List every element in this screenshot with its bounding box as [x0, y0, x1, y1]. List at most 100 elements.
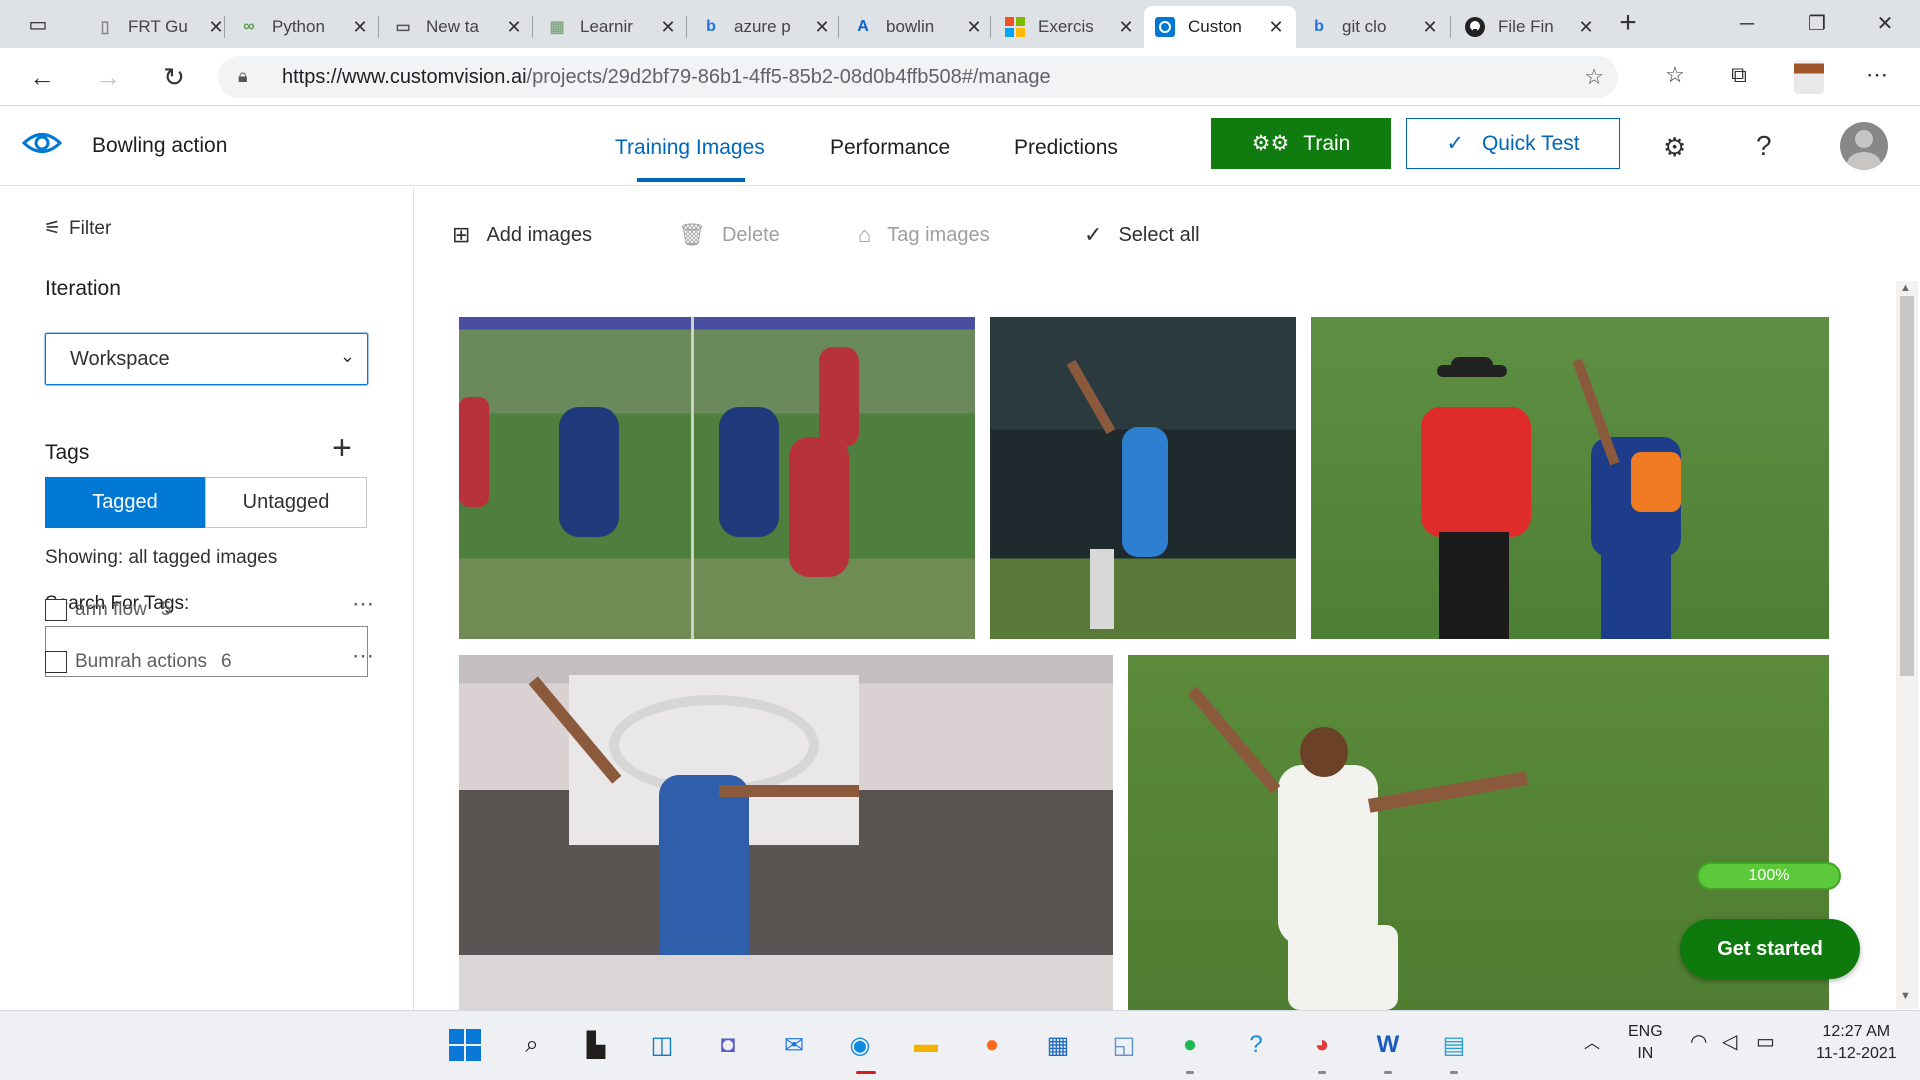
tab-title: azure p [734, 17, 791, 36]
running-app-indicator [1450, 1071, 1458, 1074]
help-app-icon[interactable]: ? [1236, 1025, 1276, 1065]
python-icon: ∞ [243, 18, 255, 35]
untagged-button[interactable]: Untagged [205, 477, 367, 528]
chrome-icon[interactable]: ◕ [1302, 1025, 1342, 1065]
training-image-thumbnail[interactable] [990, 317, 1296, 639]
browser-tab[interactable]: File Fin ✕ [1454, 6, 1606, 48]
browser-tab[interactable]: ▦ Learnir ✕ [536, 6, 688, 48]
browser-tab[interactable]: Exercis ✕ [994, 6, 1146, 48]
browser-tab[interactable]: A bowlin ✕ [842, 6, 994, 48]
store-icon[interactable]: ▦ [1038, 1025, 1078, 1065]
photos-icon[interactable]: ◱ [1104, 1025, 1144, 1065]
task-view-icon[interactable]: ▙ [576, 1025, 616, 1065]
customvision-eye-icon[interactable] [22, 128, 62, 158]
training-image-thumbnail[interactable] [459, 317, 975, 639]
tab-performance[interactable]: Performance [830, 136, 950, 160]
close-icon[interactable]: ✕ [1266, 17, 1286, 38]
get-started-button[interactable]: Get started [1680, 919, 1860, 979]
tag-checkbox[interactable] [45, 599, 67, 621]
spotify-icon[interactable]: ● [1170, 1025, 1210, 1065]
browser-tab[interactable]: b azure p ✕ [690, 6, 842, 48]
scroll-down-icon[interactable]: ▼ [1900, 990, 1911, 1002]
filter-button[interactable]: ⚟ Filter [44, 217, 111, 240]
avatar[interactable] [1840, 122, 1888, 170]
restore-button[interactable]: ❐ [1792, 8, 1842, 40]
more-icon[interactable]: ⋯ [1860, 62, 1894, 92]
refresh-button[interactable]: ↻ [156, 60, 192, 94]
scroll-up-icon[interactable]: ▲ [1900, 282, 1911, 294]
tab-training-images[interactable]: Training Images [615, 136, 765, 160]
project-name[interactable]: Bowling action [92, 134, 227, 158]
new-tab-button[interactable]: + [1612, 8, 1644, 40]
clock-time: 12:27 AM [1822, 1023, 1891, 1040]
close-icon[interactable]: ✕ [350, 17, 370, 38]
close-window-button[interactable]: ✕ [1860, 8, 1910, 40]
close-icon[interactable]: ✕ [812, 17, 832, 38]
browser-tab[interactable]: ∞ Python ✕ [228, 6, 380, 48]
tag-item[interactable]: Bumrah actions 6 ⋯ [45, 643, 375, 677]
tag-checkbox[interactable] [45, 651, 67, 673]
lock-icon[interactable]: 🔒︎ [238, 66, 248, 87]
close-icon[interactable]: ✕ [1420, 17, 1440, 38]
add-favorite-icon[interactable]: ☆ [1584, 64, 1604, 90]
clock[interactable]: 12:27 AM 11-12-2021 [1816, 1021, 1897, 1065]
search-icon[interactable]: ⌕ [512, 1025, 552, 1065]
word-icon[interactable]: W [1368, 1025, 1408, 1065]
tab-actions-icon[interactable]: ▭ [14, 10, 62, 38]
language-indicator[interactable]: ENG IN [1628, 1021, 1663, 1065]
tag-more-icon[interactable]: ⋯ [352, 643, 375, 669]
add-tag-icon[interactable]: + [332, 431, 352, 465]
add-images-button[interactable]: ⊞ Add images [452, 222, 592, 248]
delete-button[interactable]: 🗑︎ Delete [678, 222, 780, 248]
iteration-dropdown[interactable]: Workspace ⌄ [45, 333, 368, 385]
tag-icon: ⌂ [858, 222, 872, 247]
close-icon[interactable]: ✕ [964, 17, 984, 38]
minimize-button[interactable]: ─ [1722, 8, 1772, 40]
checkmark-icon: ✓ [1084, 222, 1103, 247]
browser-tab[interactable]: b git clo ✕ [1298, 6, 1450, 48]
close-icon[interactable]: ✕ [1116, 17, 1136, 38]
training-image-thumbnail[interactable] [1311, 317, 1829, 639]
battery-icon[interactable]: ▭ [1756, 1031, 1775, 1053]
firefox-icon[interactable]: ● [972, 1025, 1012, 1065]
training-image-thumbnail[interactable] [459, 655, 1113, 1010]
chat-icon[interactable]: ◘ [708, 1025, 748, 1065]
browser-tab[interactable]: ▯ FRT Gu ✕ [84, 6, 236, 48]
tagged-toggle: Tagged Untagged [45, 477, 367, 528]
close-icon[interactable]: ✕ [504, 17, 524, 38]
back-button[interactable]: ← [24, 60, 60, 94]
help-icon[interactable]: ? [1756, 130, 1772, 162]
quick-test-button[interactable]: ✓ Quick Test [1406, 118, 1620, 169]
url-text[interactable]: https://www.customvision.ai/projects/29d… [282, 66, 1051, 89]
edge-icon[interactable]: ◉ [840, 1025, 880, 1065]
file-explorer-icon[interactable]: ▬ [906, 1025, 946, 1065]
close-icon[interactable]: ✕ [1576, 17, 1596, 38]
tag-more-icon[interactable]: ⋯ [352, 591, 375, 617]
close-icon[interactable]: ✕ [658, 17, 678, 38]
select-all-button[interactable]: ✓ Select all [1084, 222, 1200, 248]
train-label: Train [1303, 131, 1351, 155]
tab-predictions[interactable]: Predictions [1014, 136, 1118, 160]
close-icon[interactable]: ✕ [206, 17, 226, 38]
tagged-button[interactable]: Tagged [45, 477, 205, 528]
tag-item[interactable]: arm flow 5 ⋯ [45, 591, 375, 625]
browser-tab-active[interactable]: Custon ✕ [1144, 6, 1296, 48]
browser-tab[interactable]: ▭ New ta ✕ [382, 6, 534, 48]
scrollbar-thumb[interactable] [1900, 296, 1914, 676]
forward-button[interactable]: → [90, 60, 126, 94]
url-field[interactable]: 🔒︎ https://www.customvision.ai/projects/… [218, 56, 1618, 98]
show-hidden-icons-icon[interactable]: ︿ [1584, 1033, 1600, 1055]
wifi-icon[interactable]: ◠ [1690, 1031, 1707, 1053]
mail-icon[interactable]: ✉ [774, 1025, 814, 1065]
settings-gear-icon[interactable]: ⚙ [1663, 132, 1686, 163]
notepad-icon[interactable]: ▤ [1434, 1025, 1474, 1065]
start-windows-icon[interactable] [445, 1025, 485, 1065]
tag-images-button[interactable]: ⌂ Tag images [858, 222, 990, 248]
clock-date: 11-12-2021 [1816, 1045, 1897, 1062]
widgets-icon[interactable]: ◫ [642, 1025, 682, 1065]
profile-icon[interactable] [1794, 60, 1824, 94]
favorites-icon[interactable]: ☆ [1658, 62, 1692, 92]
train-button[interactable]: ⚙⚙ Train [1211, 118, 1391, 169]
collections-icon[interactable]: ⧉ [1722, 62, 1756, 92]
volume-icon[interactable]: ◁ [1722, 1031, 1737, 1053]
